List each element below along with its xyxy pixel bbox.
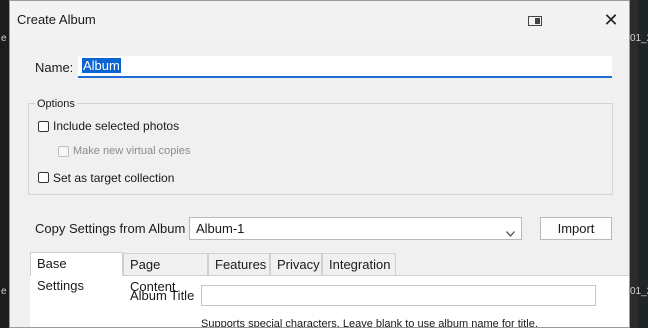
copy-settings-dropdown[interactable]: Album-1 xyxy=(189,217,522,240)
tab-privacy[interactable]: Privacy xyxy=(270,253,322,275)
background-label: e xyxy=(1,33,7,44)
background-label: e xyxy=(1,286,7,297)
album-title-label: Album Title xyxy=(130,288,195,303)
background-label: 01_2 xyxy=(630,286,648,297)
set-as-target-label[interactable]: Set as target collection xyxy=(53,171,174,185)
options-group-title: Options xyxy=(35,98,77,110)
name-label: Name: xyxy=(35,60,74,75)
background-label: 01_2 xyxy=(630,33,648,44)
make-virtual-copies-label: Make new virtual copies xyxy=(73,145,191,157)
chevron-down-icon xyxy=(506,225,515,237)
close-icon[interactable]: ✕ xyxy=(600,9,622,31)
set-as-target-checkbox[interactable] xyxy=(38,172,49,183)
dialog-title: Create Album xyxy=(17,12,96,27)
dialog-titlebar[interactable]: Create Album ✕ xyxy=(10,1,629,39)
copy-settings-selected: Album-1 xyxy=(196,221,245,236)
copy-settings-label: Copy Settings from Album xyxy=(35,221,186,236)
tab-page-content[interactable]: Page Content xyxy=(123,253,208,294)
tab-integration[interactable]: Integration xyxy=(322,253,396,275)
album-title-input[interactable] xyxy=(201,285,596,306)
import-button[interactable]: Import xyxy=(540,217,612,240)
tab-base-settings[interactable]: Base Settings xyxy=(30,252,123,293)
include-selected-photos-label[interactable]: Include selected photos xyxy=(53,119,179,133)
album-title-hint: Supports special characters. Leave blank… xyxy=(201,318,538,328)
compact-view-icon[interactable] xyxy=(528,13,542,26)
include-selected-photos-checkbox[interactable] xyxy=(38,121,49,132)
create-album-dialog: Create Album ✕ Name: Album Options Inclu… xyxy=(9,0,630,328)
album-name-selection: Album xyxy=(82,58,121,73)
make-virtual-copies-checkbox[interactable] xyxy=(58,146,69,157)
album-name-input[interactable]: Album xyxy=(78,56,612,78)
tab-features[interactable]: Features xyxy=(208,253,270,275)
background-photo-strip-right xyxy=(638,0,648,328)
